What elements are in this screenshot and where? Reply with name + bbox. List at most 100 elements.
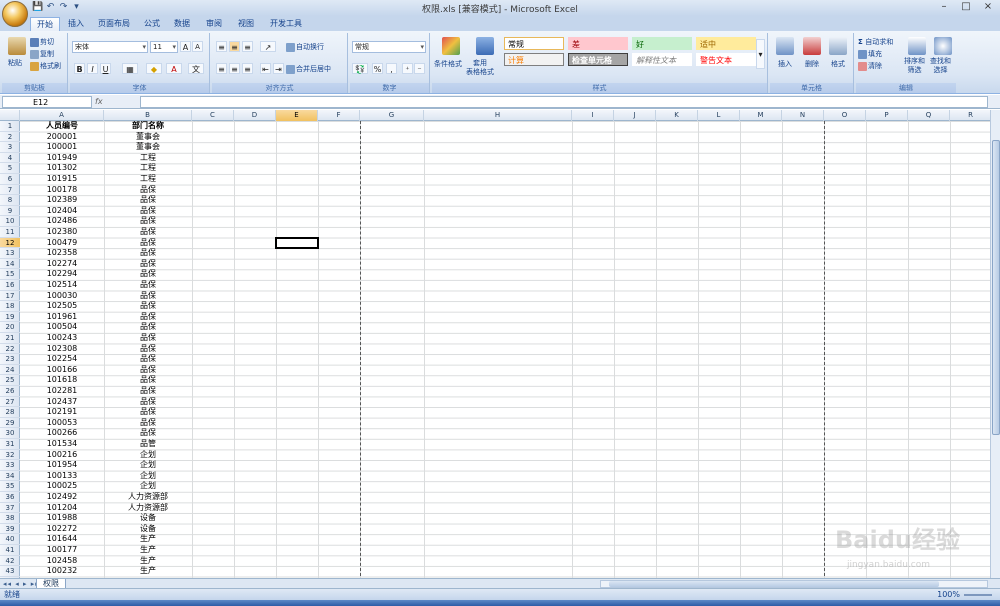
table-format-button[interactable]: 套用 表格格式 [466, 59, 494, 77]
cell-department[interactable]: 品保 [104, 354, 192, 365]
align-bottom-icon[interactable]: ≡ [242, 41, 253, 52]
cell-employee-id[interactable]: 101915 [20, 174, 104, 185]
cell-employee-id[interactable]: 102281 [20, 386, 104, 397]
cell-department[interactable]: 品保 [104, 407, 192, 418]
row-header-6[interactable]: 6 [0, 174, 20, 185]
cell-style-1[interactable]: 差 [568, 37, 628, 50]
format-painter-button[interactable]: 格式刷 [30, 61, 61, 71]
cell-department[interactable]: 品保 [104, 291, 192, 302]
row-header-11[interactable]: 11 [0, 227, 20, 238]
horizontal-scrollbar[interactable] [600, 580, 988, 588]
cell-department[interactable]: 工程 [104, 163, 192, 174]
currency-icon[interactable]: 💱 [352, 63, 368, 74]
cell-department[interactable]: 人力资源部 [104, 503, 192, 514]
column-header-m[interactable]: M [740, 110, 782, 121]
cell-employee-id[interactable]: 100133 [20, 471, 104, 482]
find-select-icon[interactable] [934, 37, 952, 55]
cell-employee-id[interactable]: 100178 [20, 185, 104, 196]
row-header-12[interactable]: 12 [0, 237, 20, 249]
cell-department[interactable]: 工程 [104, 174, 192, 185]
row-header-35[interactable]: 35 [0, 481, 20, 492]
cell-employee-id[interactable]: 101618 [20, 375, 104, 386]
column-header-p[interactable]: P [866, 110, 908, 121]
cell-department[interactable]: 品保 [104, 365, 192, 376]
cell-employee-id[interactable]: 100166 [20, 365, 104, 376]
tab-developer[interactable]: 开发工具 [264, 17, 308, 31]
cell-employee-id[interactable]: 102254 [20, 354, 104, 365]
cell-department[interactable]: 品保 [104, 185, 192, 196]
cell-department[interactable]: 品管 [104, 439, 192, 450]
cell-employee-id[interactable]: 100030 [20, 291, 104, 302]
cell-department[interactable]: 品保 [104, 312, 192, 323]
fill-button[interactable]: 填充 [858, 49, 882, 59]
cell-style-2[interactable]: 好 [632, 37, 692, 50]
row-header-40[interactable]: 40 [0, 534, 20, 545]
conditional-format-button[interactable]: 条件格式 [434, 59, 462, 69]
zoom-slider[interactable] [964, 594, 992, 596]
cell-department[interactable]: 企划 [104, 481, 192, 492]
format-button[interactable]: 格式 [831, 59, 845, 69]
column-header-b[interactable]: B [104, 110, 192, 121]
cell-department[interactable]: 生产 [104, 545, 192, 556]
cell-department[interactable]: 董事会 [104, 142, 192, 153]
cell-employee-id[interactable]: 102294 [20, 269, 104, 280]
row-header-23[interactable]: 23 [0, 354, 20, 365]
row-header-22[interactable]: 22 [0, 344, 20, 355]
row-header-26[interactable]: 26 [0, 386, 20, 397]
row-header-36[interactable]: 36 [0, 492, 20, 503]
cell-department[interactable]: 品保 [104, 333, 192, 344]
font-color-icon[interactable]: A [166, 63, 182, 74]
cell-employee-id[interactable]: 102389 [20, 195, 104, 206]
row-header-7[interactable]: 7 [0, 185, 20, 196]
cell-department[interactable]: 生产 [104, 566, 192, 577]
cell-department[interactable]: 品保 [104, 386, 192, 397]
cell-department[interactable]: 设备 [104, 524, 192, 535]
row-header-42[interactable]: 42 [0, 556, 20, 567]
row-header-31[interactable]: 31 [0, 439, 20, 450]
row-header-2[interactable]: 2 [0, 132, 20, 143]
tab-view[interactable]: 视图 [232, 17, 260, 31]
orientation-icon[interactable]: ↗ [260, 41, 276, 52]
row-header-9[interactable]: 9 [0, 206, 20, 217]
align-top-icon[interactable]: ≡ [216, 41, 227, 52]
tab-formulas[interactable]: 公式 [138, 17, 166, 31]
cell-department[interactable]: 董事会 [104, 132, 192, 143]
row-header-21[interactable]: 21 [0, 333, 20, 344]
cell-employee-id[interactable]: 100243 [20, 333, 104, 344]
cell-employee-id[interactable]: 102458 [20, 556, 104, 567]
tab-insert[interactable]: 插入 [62, 17, 90, 31]
row-header-18[interactable]: 18 [0, 301, 20, 312]
table-format-icon[interactable] [476, 37, 494, 55]
cell-employee-id[interactable]: 101534 [20, 439, 104, 450]
conditional-format-icon[interactable] [442, 37, 460, 55]
sort-filter-button[interactable]: 排序和 筛选 [904, 57, 925, 75]
cell-department[interactable]: 品保 [104, 397, 192, 408]
vertical-scroll-thumb[interactable] [992, 140, 1000, 435]
cell-department[interactable]: 品保 [104, 375, 192, 386]
cell-department[interactable]: 工程 [104, 153, 192, 164]
grow-font-icon[interactable]: A [180, 41, 191, 52]
comma-button[interactable]: , [386, 63, 397, 74]
cell-style-7[interactable]: 警告文本 [696, 53, 756, 66]
row-header-39[interactable]: 39 [0, 524, 20, 535]
cell-employee-id[interactable]: 101954 [20, 460, 104, 471]
column-header-l[interactable]: L [698, 110, 740, 121]
decrease-decimal-icon[interactable]: ⁻ [414, 63, 425, 74]
column-header-o[interactable]: O [824, 110, 866, 121]
fx-icon[interactable]: fx [95, 96, 139, 108]
cell-style-5[interactable]: 检查单元格 [568, 53, 628, 66]
row-header-8[interactable]: 8 [0, 195, 20, 206]
row-header-32[interactable]: 32 [0, 450, 20, 461]
select-all-corner[interactable] [0, 110, 20, 121]
cell-department[interactable]: 品保 [104, 418, 192, 429]
cell-style-0[interactable]: 常规 [504, 37, 564, 50]
row-header-34[interactable]: 34 [0, 471, 20, 482]
tab-review[interactable]: 审阅 [200, 17, 228, 31]
cell-employee-id[interactable]: 102274 [20, 259, 104, 270]
cell-employee-id[interactable]: 100001 [20, 142, 104, 153]
tab-data[interactable]: 数据 [168, 17, 196, 31]
cell-employee-id[interactable]: 102492 [20, 492, 104, 503]
cut-button[interactable]: 剪切 [30, 37, 54, 47]
copy-button[interactable]: 复制 [30, 49, 54, 59]
increase-decimal-icon[interactable]: ⁺ [402, 63, 413, 74]
